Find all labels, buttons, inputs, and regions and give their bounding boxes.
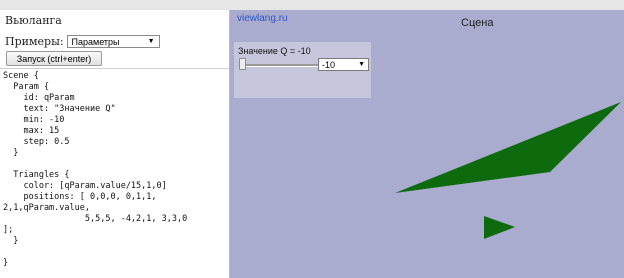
examples-row: Примеры: Параметры ▼ <box>5 35 160 48</box>
param-value-select[interactable]: -10 ▼ <box>318 58 369 71</box>
app-title: Вьюланга <box>5 14 62 27</box>
param-label: Значение Q = -10 <box>238 46 311 56</box>
param-value: -10 <box>322 59 336 70</box>
chevron-down-icon: ▼ <box>358 61 365 68</box>
scene-title: Сцена <box>461 17 494 29</box>
run-button[interactable]: Запуск (ctrl+enter) <box>6 51 102 66</box>
chevron-down-icon: ▼ <box>147 38 155 45</box>
param-panel: Значение Q = -10 -10 ▼ <box>234 42 371 98</box>
examples-select[interactable]: Параметры ▼ <box>66 35 160 48</box>
examples-label: Примеры: <box>5 35 64 48</box>
examples-selected-value: Параметры <box>71 36 120 47</box>
small-triangle <box>484 216 515 239</box>
editor-panel: Вьюланга Примеры: Параметры ▼ Запуск (ct… <box>0 10 230 278</box>
viewlang-link[interactable]: viewlang.ru <box>237 13 288 24</box>
param-slider-thumb[interactable] <box>239 58 246 70</box>
large-triangle <box>395 102 621 193</box>
code-editor[interactable]: Scene { Param { id: qParam text: "Значен… <box>0 68 229 278</box>
param-slider-track[interactable] <box>242 64 322 67</box>
scene-viewport[interactable]: viewlang.ru Сцена Значение Q = -10 -10 ▼ <box>230 10 624 278</box>
